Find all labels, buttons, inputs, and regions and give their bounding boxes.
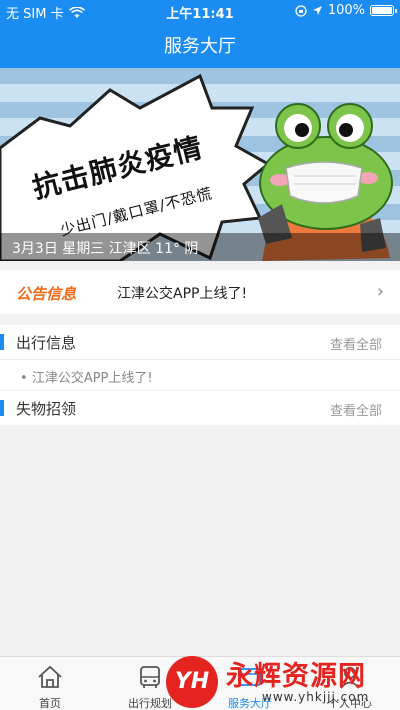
banner-date-weather: 3月3日 星期三 江津区 11° 阴 [12,241,199,257]
lost-found-title: 失物招领 [16,400,77,418]
travel-info-header: 出行信息 查看全部 [0,325,400,359]
battery-icon [370,5,397,16]
watermark-name: 永辉资源网 [226,661,366,692]
watermark: YH 永辉资源网 www.yhkjjj.com [160,652,400,710]
watermark-logo: YH [166,656,218,708]
travel-info-list: • 江津公交APP上线了! [0,360,400,390]
lost-found-view-all[interactable]: 查看全部 [330,400,382,419]
lock-rotation-icon [295,4,307,17]
tab-home-label: 首页 [39,697,61,710]
notice-tag: 公告信息 [16,285,77,303]
chevron-right-icon: › [376,281,384,302]
travel-item-text: 江津公交APP上线了! [31,371,153,386]
banner-info-bar: 3月3日 星期三 江津区 11° 阴 [0,233,400,261]
navigation-bar: 服务大厅 [0,22,400,68]
location-icon [312,6,322,15]
page-title: 服务大厅 [164,36,236,57]
tab-home[interactable]: 首页 [0,657,100,710]
section-accent-bar [0,334,4,350]
section-accent-bar [0,400,4,416]
list-item[interactable]: • 江津公交APP上线了! [20,367,153,386]
travel-info-title: 出行信息 [16,334,77,352]
status-bar: 无 SIM 卡 上午11:41 100% [0,0,400,22]
status-right: 100% [295,3,397,18]
battery-percent: 100% [327,3,365,18]
lost-found-header: 失物招领 查看全部 [0,391,400,425]
travel-info-view-all[interactable]: 查看全部 [330,334,382,353]
banner[interactable]: 抗击肺炎疫情 少出门/戴口罩/不恐慌 3月3日 星期三 江津区 11° 阴 [0,68,400,261]
notice-text: 江津公交APP上线了! [117,286,248,302]
notice-row[interactable]: 公告信息 江津公交APP上线了! › [0,270,400,314]
watermark-url: www.yhkjjj.com [262,690,370,704]
home-icon [38,665,62,688]
